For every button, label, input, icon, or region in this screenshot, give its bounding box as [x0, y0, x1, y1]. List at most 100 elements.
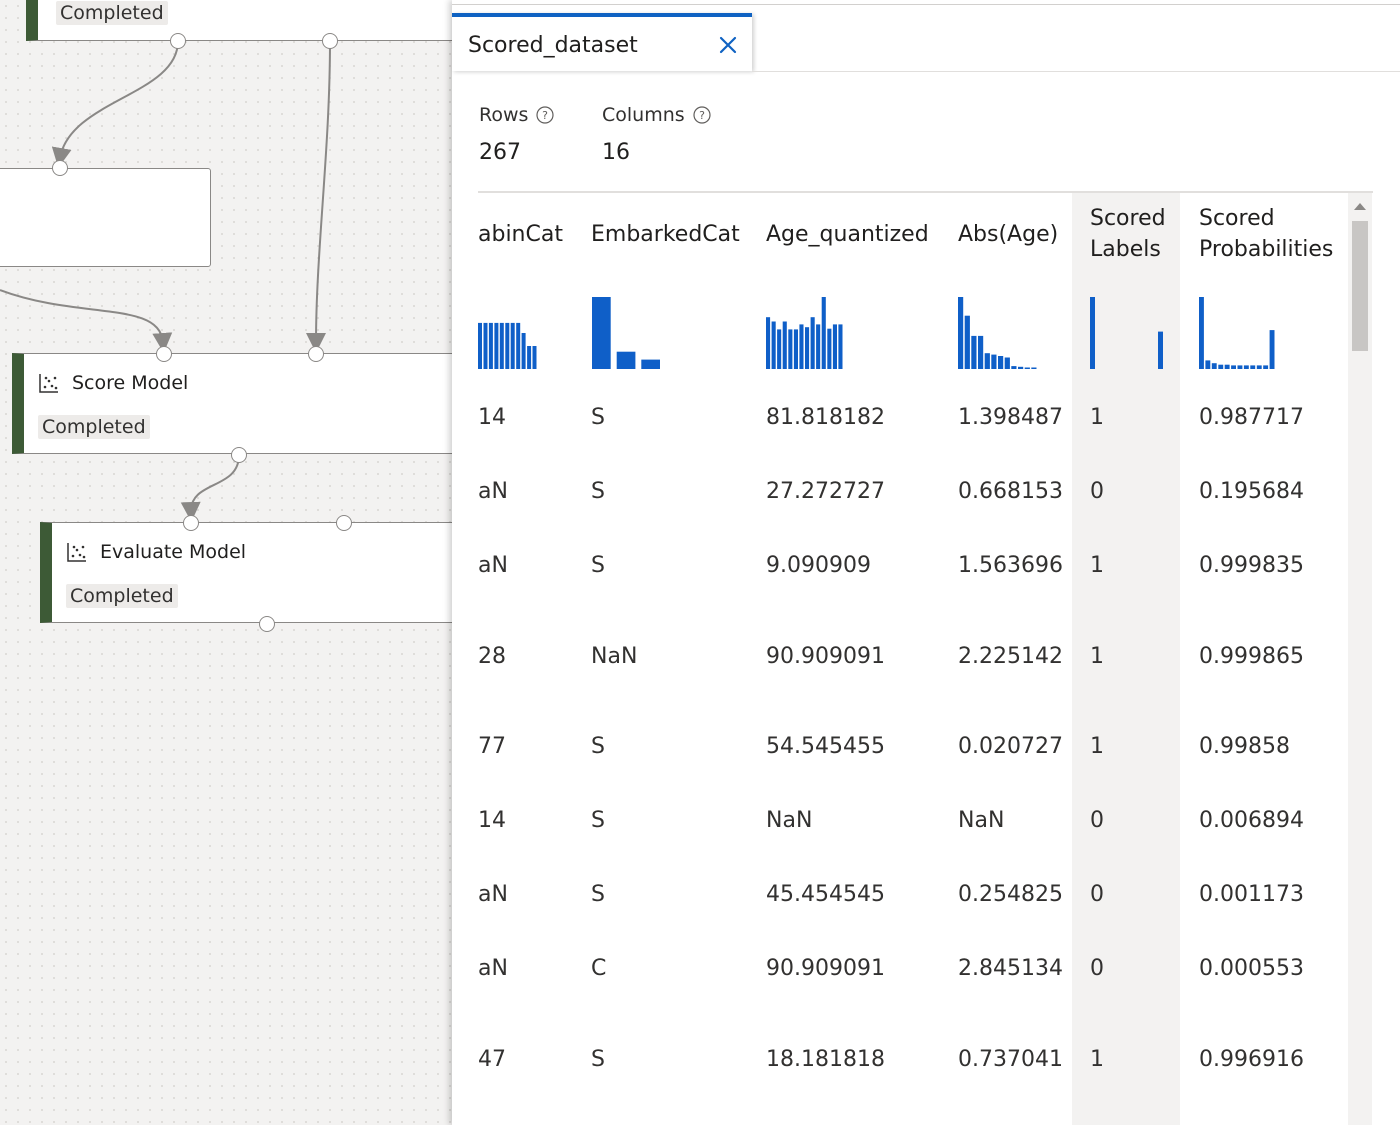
- vertical-scrollbar[interactable]: [1348, 193, 1372, 1125]
- input-port[interactable]: [52, 160, 68, 176]
- histogram-bar: [641, 359, 660, 369]
- input-port[interactable]: [336, 515, 352, 531]
- node-status-badge: Completed: [66, 584, 178, 608]
- table-cell: S: [591, 808, 605, 833]
- connection-wire: [0, 289, 173, 353]
- histogram-bar: [810, 317, 815, 369]
- table-cell: 0: [1090, 808, 1104, 833]
- table-cell: 2.845134: [958, 956, 1063, 981]
- output-port[interactable]: [231, 447, 247, 463]
- tab-title: Scored_dataset: [468, 33, 638, 58]
- histogram-bar: [1199, 297, 1204, 369]
- node-title: Score Model: [38, 372, 188, 394]
- histogram-bar: [1256, 365, 1262, 369]
- dataset-node[interactable]: [0, 168, 211, 267]
- histogram-abs-age: [958, 297, 1037, 369]
- connection-wire: [306, 40, 331, 353]
- help-icon[interactable]: ?: [536, 106, 555, 124]
- svg-text:?: ?: [699, 109, 705, 122]
- table-cell: 81.818182: [766, 405, 885, 430]
- tab-scored-dataset[interactable]: Scored_dataset: [452, 13, 752, 71]
- histogram-bar: [488, 322, 493, 369]
- table-cell: 45.454545: [766, 882, 885, 907]
- column-header-age-quantized[interactable]: Age_quantized: [766, 219, 929, 250]
- histogram-age-quantized: [766, 297, 843, 369]
- scrollbar-thumb[interactable]: [1352, 221, 1368, 351]
- histogram-bar: [1263, 365, 1269, 369]
- columns-value: 16: [602, 140, 630, 165]
- histogram-bar: [527, 346, 532, 369]
- table-cell: 0.999835: [1199, 553, 1304, 578]
- data-grid[interactable]: abinCat EmbarkedCat Age_quantized Abs(Ag…: [478, 193, 1346, 1125]
- table-cell: aN: [478, 956, 508, 981]
- table-cell: 54.545455: [766, 734, 885, 759]
- output-port[interactable]: [170, 33, 186, 49]
- pipeline-canvas[interactable]: Completed Score Model Completed Evaluate…: [0, 0, 452, 1125]
- input-port[interactable]: [183, 515, 199, 531]
- evaluate-model-node[interactable]: Evaluate Model Completed: [40, 522, 452, 623]
- scroll-up-arrow-icon[interactable]: [1353, 201, 1367, 211]
- histogram-bar: [991, 354, 997, 369]
- table-cell: aN: [478, 553, 508, 578]
- scatter-plot-icon: [67, 543, 86, 562]
- table-cell: 0.001173: [1199, 882, 1304, 907]
- histogram-bar: [771, 321, 776, 369]
- histogram-bar: [1250, 365, 1256, 369]
- table-cell: aN: [478, 479, 508, 504]
- histogram-bar: [1218, 364, 1224, 369]
- column-header-scored-labels[interactable]: Scored Labels: [1090, 203, 1166, 265]
- table-cell: S: [591, 553, 605, 578]
- table-cell: S: [591, 734, 605, 759]
- input-port[interactable]: [156, 346, 172, 362]
- histogram-scored-probabilities: [1199, 297, 1275, 369]
- column-header-cabincat[interactable]: abinCat: [478, 219, 563, 250]
- histogram-bar: [978, 335, 984, 369]
- histogram-bar: [1090, 297, 1095, 369]
- rows-label-text: Rows: [479, 104, 529, 126]
- help-icon[interactable]: ?: [693, 106, 711, 124]
- svg-text:?: ?: [543, 109, 549, 122]
- input-port[interactable]: [308, 346, 324, 362]
- table-cell: 14: [478, 405, 506, 430]
- columns-label: Columns ?: [602, 104, 711, 126]
- histogram-bar: [1024, 367, 1030, 369]
- histogram-bar: [505, 322, 510, 369]
- output-port[interactable]: [322, 33, 338, 49]
- histogram-bar: [1205, 360, 1211, 369]
- histogram-embarkedcat: [592, 297, 660, 369]
- column-header-abs-age[interactable]: Abs(Age): [958, 219, 1058, 250]
- panel-top-border: [452, 4, 1400, 5]
- table-cell: 0: [1090, 956, 1104, 981]
- histogram-bar: [816, 324, 821, 369]
- score-model-node[interactable]: Score Model Completed: [12, 353, 452, 454]
- histogram-cabincat: [478, 322, 537, 369]
- table-cell: C: [591, 956, 607, 981]
- evaluate-model-title: Evaluate Model: [100, 541, 247, 563]
- table-cell: 0.999865: [1199, 644, 1304, 669]
- scatter-plot-icon: [39, 374, 58, 393]
- close-icon[interactable]: [718, 35, 738, 55]
- table-cell: 0.99858: [1199, 734, 1290, 759]
- histogram-bar: [827, 328, 832, 369]
- dataset-preview-panel: Scored_dataset Rows ? 267 Columns ? 16 a…: [452, 0, 1400, 1125]
- histogram-bar: [521, 333, 526, 369]
- table-cell: 1: [1090, 553, 1104, 578]
- table-cell: S: [591, 882, 605, 907]
- output-port[interactable]: [259, 616, 275, 632]
- columns-label-text: Columns: [602, 104, 685, 126]
- table-cell: 0.195684: [1199, 479, 1304, 504]
- column-header-embarkedcat[interactable]: EmbarkedCat: [591, 219, 740, 250]
- upstream-node[interactable]: Completed: [26, 0, 452, 41]
- histogram-scored-labels: [1090, 297, 1163, 369]
- connection-wire: [51, 40, 179, 168]
- column-header-scored-probabilities[interactable]: Scored Probabilities: [1199, 203, 1333, 265]
- table-cell: 90.909091: [766, 956, 885, 981]
- table-cell: 0.020727: [958, 734, 1063, 759]
- histogram-bar: [1158, 331, 1163, 369]
- rows-label: Rows ?: [479, 104, 555, 126]
- table-cell: 0: [1090, 882, 1104, 907]
- table-cell: 1: [1090, 405, 1104, 430]
- table-cell: 0.000553: [1199, 956, 1304, 981]
- node-status-badge: Completed: [56, 1, 168, 25]
- table-cell: 0.006894: [1199, 808, 1304, 833]
